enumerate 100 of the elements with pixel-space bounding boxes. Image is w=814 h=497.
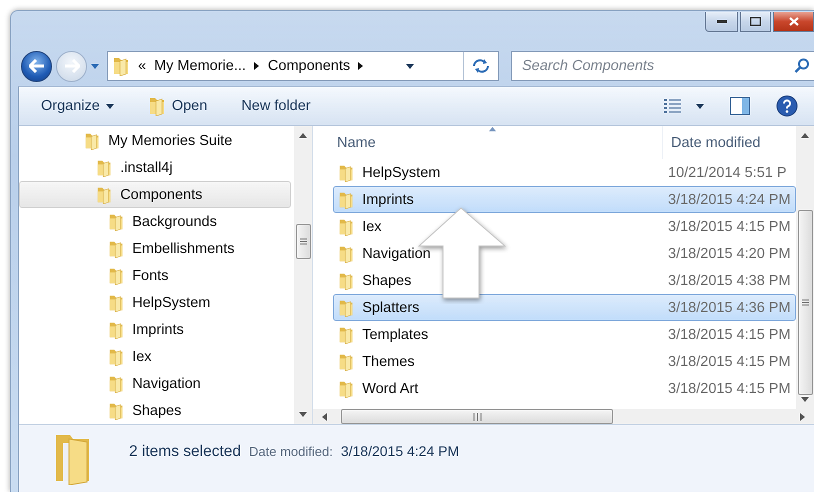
folder-icon — [108, 402, 124, 420]
folder-icon — [338, 352, 354, 370]
folder-tree-item[interactable]: Fonts — [19, 262, 291, 289]
folder-icon — [96, 158, 112, 176]
maximize-button[interactable] — [740, 12, 771, 32]
date-modified: 3/18/2015 4:24 PM — [668, 192, 791, 208]
folder-icon — [338, 164, 354, 182]
scroll-up-icon — [801, 132, 809, 140]
breadcrumb-item[interactable]: My Memorie... — [154, 58, 246, 74]
horizontal-scrollbar[interactable] — [313, 409, 814, 424]
close-button[interactable] — [773, 12, 814, 32]
back-button[interactable] — [21, 50, 52, 82]
folder-tree-item[interactable]: HelpSystem — [19, 289, 291, 316]
chevron-right-icon — [252, 62, 260, 70]
new-folder-button[interactable]: New folder — [235, 94, 317, 118]
file-name: Imprints — [334, 190, 668, 208]
folder-icon — [108, 240, 124, 258]
folder-icon — [338, 190, 354, 208]
file-row[interactable]: Iex 3/18/2015 4:15 PM — [333, 213, 796, 240]
minimize-icon — [716, 20, 726, 24]
refresh-icon — [472, 58, 490, 74]
file-name: Splatters — [334, 298, 668, 316]
date-column-header[interactable]: Date modified — [663, 126, 796, 159]
file-row[interactable]: HelpSystem 10/21/2014 5:51 P — [333, 159, 796, 186]
maximize-icon — [750, 17, 761, 26]
folder-icon — [338, 298, 354, 316]
date-modified: 3/18/2015 4:15 PM — [668, 218, 791, 234]
file-name: Word Art — [334, 380, 668, 398]
scrollbar[interactable] — [294, 126, 312, 424]
scroll-thumb[interactable] — [798, 210, 812, 395]
file-row[interactable]: Templates 3/18/2015 4:15 PM — [333, 321, 796, 348]
view-options-button[interactable] — [662, 96, 706, 116]
file-name: Iex — [334, 218, 668, 236]
date-modified-value: 3/18/2015 4:24 PM — [340, 443, 460, 459]
file-name: Templates — [334, 326, 668, 344]
folder-icon — [338, 218, 354, 236]
scroll-down-icon — [299, 410, 307, 418]
date-modified: 3/18/2015 4:15 PM — [668, 326, 791, 342]
folder-icon — [108, 348, 124, 366]
file-row[interactable]: Word Art 3/18/2015 4:15 PM — [333, 375, 796, 402]
folder-icon — [108, 320, 124, 338]
date-modified: 10/21/2014 5:51 P — [668, 164, 787, 180]
folder-icon — [338, 244, 354, 262]
search-field[interactable]: Search Components — [511, 51, 814, 81]
scrollbar[interactable] — [796, 126, 814, 409]
folder-tree-item[interactable]: Imprints — [19, 316, 291, 343]
folder-tree-item[interactable]: Iex — [19, 343, 291, 370]
folder-tree-item[interactable]: .install4j — [19, 154, 291, 181]
folder-tree-item[interactable]: Embellishments — [19, 235, 291, 262]
scroll-thumb[interactable] — [341, 409, 613, 424]
folder-icon — [108, 374, 124, 392]
file-name: Shapes — [334, 272, 668, 290]
minimize-button[interactable] — [705, 12, 738, 32]
file-row[interactable]: Navigation 3/18/2015 4:20 PM — [333, 240, 796, 267]
breadcrumb-item[interactable]: Components — [268, 58, 350, 74]
file-name: Themes — [334, 352, 668, 370]
folder-icon — [338, 326, 354, 344]
folder-tree-item[interactable]: My Memories Suite — [19, 127, 291, 154]
scroll-left-icon — [321, 412, 329, 420]
folder-icon — [148, 96, 166, 116]
folder-tree-item[interactable]: Components — [19, 181, 291, 208]
breadcrumb-overflow[interactable]: « — [138, 58, 146, 74]
folder-icon — [96, 186, 112, 204]
list-view-icon — [664, 98, 682, 114]
date-modified: 3/18/2015 4:38 PM — [668, 272, 791, 288]
folder-icon — [112, 56, 130, 76]
file-row[interactable]: Shapes 3/18/2015 4:38 PM — [333, 267, 796, 294]
date-modified: 3/18/2015 4:20 PM — [668, 246, 791, 262]
forward-arrow-icon — [64, 59, 80, 73]
caret-icon — [696, 102, 704, 110]
folder-icon — [338, 272, 354, 290]
scroll-right-icon — [798, 412, 806, 420]
selection-summary: 2 items selected — [129, 443, 241, 461]
file-name: HelpSystem — [334, 164, 668, 182]
file-row[interactable]: Imprints 3/18/2015 4:24 PM — [333, 186, 796, 213]
caret-icon — [106, 102, 114, 110]
organize-menu-button[interactable]: Organize — [35, 94, 120, 118]
date-modified: 3/18/2015 4:36 PM — [668, 300, 791, 316]
folder-icon — [108, 266, 124, 284]
back-arrow-icon — [28, 59, 44, 73]
file-row[interactable]: Splatters 3/18/2015 4:36 PM — [333, 294, 796, 321]
folder-icon — [84, 132, 100, 150]
address-dropdown-icon — [406, 62, 414, 70]
folder-icon — [108, 294, 124, 312]
address-bar[interactable]: « My Memorie... Components — [107, 51, 499, 81]
folder-icon — [108, 212, 124, 230]
chevron-right-icon — [356, 62, 364, 70]
close-icon — [788, 17, 798, 26]
file-name: Navigation — [334, 244, 668, 262]
folder-icon — [338, 380, 354, 398]
search-icon — [794, 58, 810, 74]
folder-tree-item[interactable]: Shapes — [19, 397, 291, 424]
folder-tree-item[interactable]: Backgrounds — [19, 208, 291, 235]
scroll-thumb[interactable] — [296, 224, 310, 259]
file-row[interactable]: Themes 3/18/2015 4:15 PM — [333, 348, 796, 375]
preview-pane-button[interactable] — [728, 95, 752, 117]
history-dropdown-icon — [91, 62, 99, 70]
open-button[interactable]: Open — [142, 92, 214, 120]
folder-tree-item[interactable]: Navigation — [19, 370, 291, 397]
help-button[interactable] — [774, 93, 800, 119]
